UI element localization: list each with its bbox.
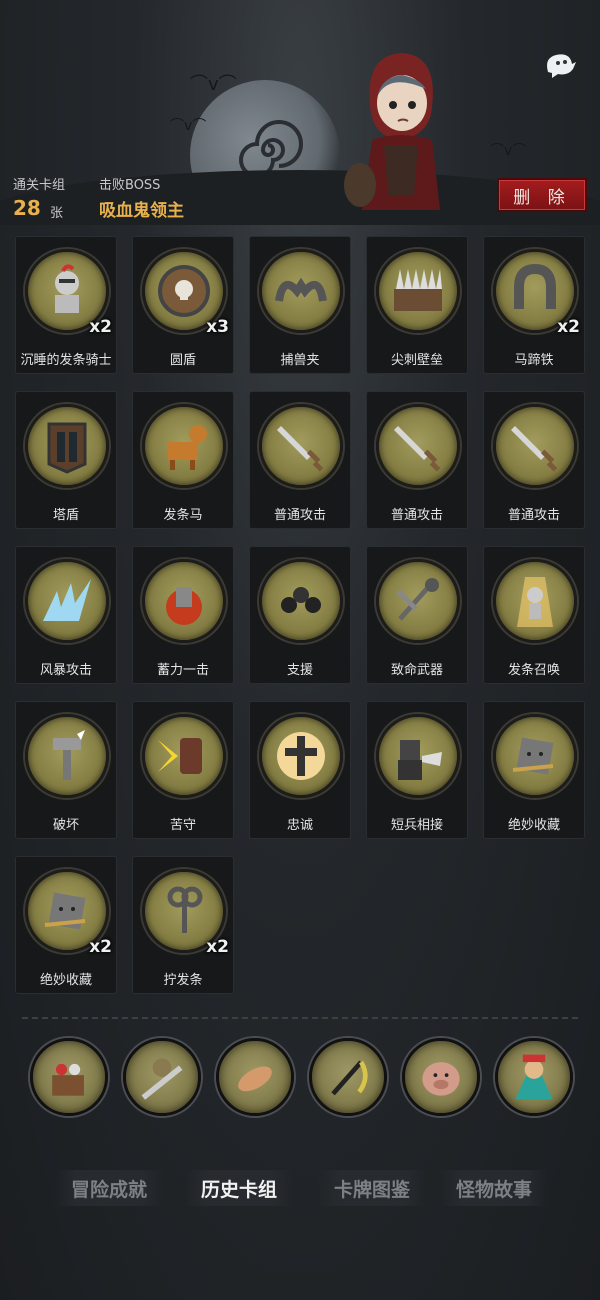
scythe-boss-icon[interactable] (309, 1038, 387, 1116)
card-name: 风暴攻击 (39, 663, 92, 678)
treasure-collection-icon (493, 714, 577, 798)
card-name: 致命武器 (390, 663, 443, 678)
close-combat-icon (376, 714, 460, 798)
clockwork-horse-icon (142, 404, 226, 488)
card-count-badge: x3 (206, 317, 229, 337)
card-unit: 张 (50, 206, 64, 221)
card-item[interactable]: 发条马 (132, 391, 234, 529)
card-item[interactable]: 普通攻击 (483, 391, 585, 529)
card-item[interactable]: x2 绝妙收藏 (15, 856, 117, 994)
card-item[interactable]: x3 圆盾 (132, 236, 234, 374)
bear-trap-icon (259, 249, 343, 333)
card-name: 普通攻击 (273, 508, 326, 523)
card-name: 普通攻击 (507, 508, 560, 523)
card-name: 马蹄铁 (514, 353, 554, 368)
card-item[interactable]: x2 沉睡的发条骑士 (15, 236, 117, 374)
card-name: 沉睡的发条骑士 (20, 353, 112, 368)
card-grid: x2 沉睡的发条骑士 x3 圆盾 捕兽夹 尖刺壁垒 x2 马蹄铁塔盾 发条马 普通攻击 普通攻击 普通… (15, 236, 587, 994)
delete-button[interactable]: 删 除 (497, 178, 587, 212)
card-name: 发条马 (163, 508, 203, 523)
card-item[interactable]: 塔盾 (15, 391, 117, 529)
card-name: 绝妙收藏 (39, 973, 92, 988)
card-name: 尖刺壁垒 (390, 353, 443, 368)
card-count-badge: x2 (557, 317, 580, 337)
cleared-deck-label: 通关卡组 (13, 178, 66, 193)
tab-item[interactable]: 历史卡组 (185, 1170, 294, 1206)
card-item[interactable]: 苦守 (132, 701, 234, 839)
vampire-lord-boss-icon[interactable] (495, 1038, 573, 1116)
tab-item[interactable]: 卡牌图鉴 (318, 1170, 427, 1206)
card-name: 普通攻击 (390, 508, 443, 523)
sword-icon (376, 404, 460, 488)
card-item[interactable]: 忠诚 (249, 701, 351, 839)
hold-fast-icon (142, 714, 226, 798)
tab-item[interactable]: 怪物故事 (440, 1170, 549, 1206)
card-count-badge: x2 (89, 317, 112, 337)
bat-icon: ⌒v⌒ (170, 118, 207, 134)
card-item[interactable]: 绝妙收藏 (483, 701, 585, 839)
card-name: 忠诚 (286, 818, 313, 833)
card-name: 发条召唤 (507, 663, 560, 678)
ghost-icon[interactable] (540, 50, 578, 80)
loyalty-cross-icon (259, 714, 343, 798)
card-item[interactable]: 风暴攻击 (15, 546, 117, 684)
defeated-boss-label: 击败BOSS (99, 178, 161, 193)
card-name: 塔盾 (52, 508, 79, 523)
card-item[interactable]: 蓄力一击 (132, 546, 234, 684)
toy-box-boss-icon[interactable] (30, 1038, 108, 1116)
card-name: 苦守 (169, 818, 196, 833)
pig-boss-icon[interactable] (402, 1038, 480, 1116)
card-item[interactable]: 尖刺壁垒 (366, 236, 468, 374)
bottom-tab-bar: 冒险成就 历史卡组 卡牌图鉴 怪物故事 (0, 1170, 600, 1210)
support-icon (259, 559, 343, 643)
card-item[interactable]: x2 马蹄铁 (483, 236, 585, 374)
header-banner: ⌒v⌒ ⌒v⌒ ⌒v⌒ 通关卡组 28 张 击败BOSS 吸血鬼领主 删 除 (0, 0, 600, 225)
tower-shield-icon (25, 404, 109, 488)
card-item[interactable]: x2 拧发条 (132, 856, 234, 994)
charged-strike-icon (142, 559, 226, 643)
card-name: 圆盾 (169, 353, 196, 368)
storm-attack-icon (25, 559, 109, 643)
card-count-badge: x2 (206, 937, 229, 957)
card-name: 支援 (286, 663, 313, 678)
card-item[interactable]: 支援 (249, 546, 351, 684)
card-item[interactable]: 普通攻击 (249, 391, 351, 529)
clockwork-summon-icon (493, 559, 577, 643)
deadly-weapons-icon (376, 559, 460, 643)
card-item[interactable]: 捕兽夹 (249, 236, 351, 374)
card-item[interactable]: 普通攻击 (366, 391, 468, 529)
card-item[interactable]: 发条召唤 (483, 546, 585, 684)
card-name: 拧发条 (163, 973, 203, 988)
knight-boss-icon[interactable] (123, 1038, 201, 1116)
card-name: 短兵相接 (390, 818, 443, 833)
spike-barrier-icon (376, 249, 460, 333)
card-name: 破坏 (52, 818, 79, 833)
card-name: 蓄力一击 (156, 663, 209, 678)
bat-icon: ⌒v⌒ (490, 143, 527, 159)
card-name: 绝妙收藏 (507, 818, 560, 833)
card-item[interactable]: 破坏 (15, 701, 117, 839)
sword-icon (493, 404, 577, 488)
sword-icon (259, 404, 343, 488)
bat-icon: ⌒v⌒ (190, 74, 237, 95)
card-count-badge: x2 (89, 937, 112, 957)
red-hood-hero-portrait (344, 53, 440, 210)
hand-boss-icon[interactable] (216, 1038, 294, 1116)
dashed-divider (22, 1017, 578, 1019)
tab-item[interactable]: 冒险成就 (55, 1170, 164, 1206)
cleared-card-count: 28 (13, 196, 41, 220)
card-item[interactable]: 短兵相接 (366, 701, 468, 839)
card-item[interactable]: 致命武器 (366, 546, 468, 684)
destroy-icon (25, 714, 109, 798)
boss-name: 吸血鬼领主 (99, 201, 184, 221)
card-name: 捕兽夹 (280, 353, 320, 368)
